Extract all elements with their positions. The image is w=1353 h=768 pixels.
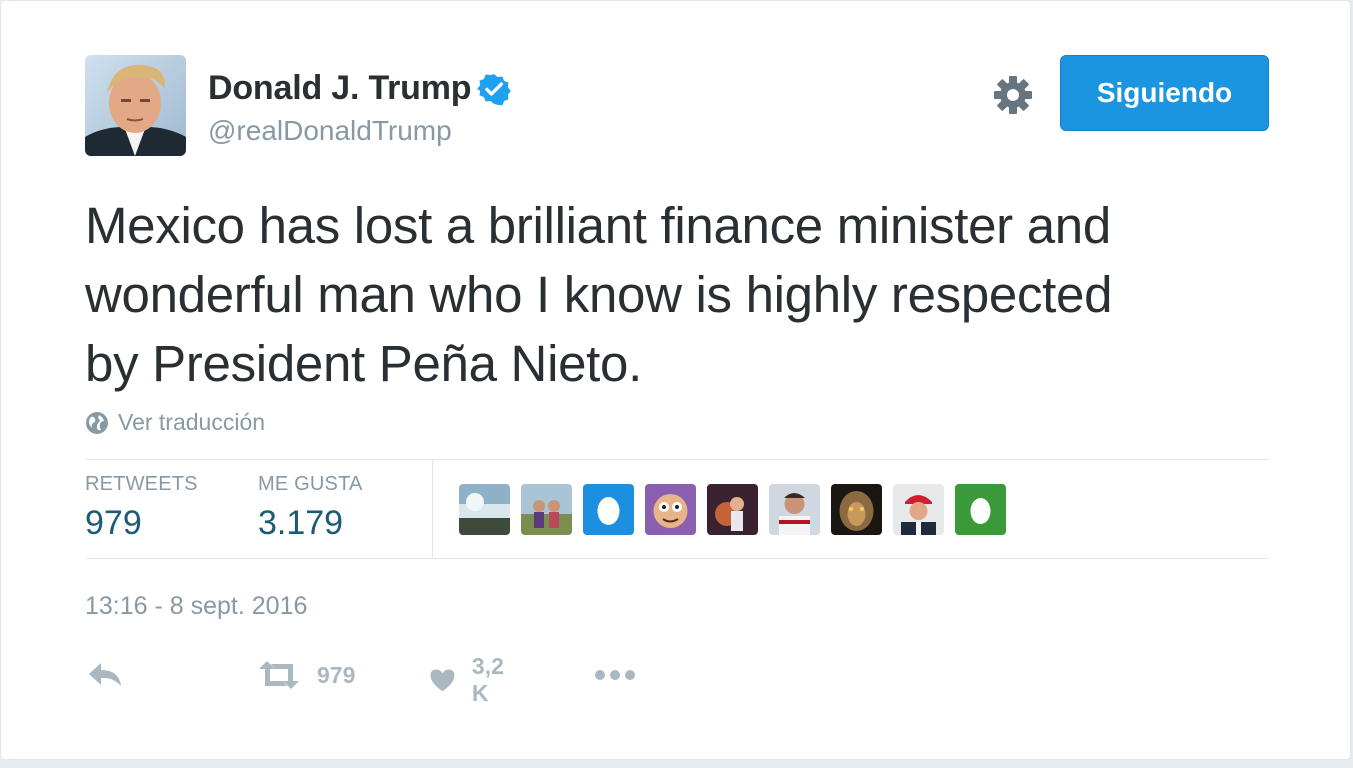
verified-badge-icon [477,73,512,105]
retweets-stat[interactable]: RETWEETS 979 [85,473,198,543]
stats-divider-bottom [85,558,1269,559]
more-icon [595,670,635,680]
liker-avatar[interactable] [521,484,572,535]
liker-avatar[interactable] [645,484,696,535]
reply-button[interactable] [87,653,125,697]
liker-avatar[interactable] [459,484,510,535]
translate-link[interactable]: Ver traducción [85,409,265,436]
following-button[interactable]: Siguiendo [1060,55,1269,131]
likes-stat[interactable]: ME GUSTA 3.179 [258,473,363,543]
retweets-value: 979 [85,504,142,542]
tweet-timestamp[interactable]: 13:16 - 8 sept. 2016 [85,592,307,621]
stats-divider-vertical [432,460,433,558]
likes-label: ME GUSTA [258,473,363,495]
translate-label: Ver traducción [118,409,266,435]
liker-avatar[interactable] [769,484,820,535]
user-name[interactable]: Donald J. Trump [208,69,472,108]
liker-avatar[interactable] [707,484,758,535]
like-count: 3,2 K [471,653,504,706]
gear-icon[interactable] [991,73,1035,117]
liker-avatar[interactable] [831,484,882,535]
retweet-count: 979 [317,661,356,688]
tweet-card: Donald J. Trump @realDonaldTrump Siguien… [0,0,1351,760]
liker-egg-avatar[interactable] [583,484,634,535]
liker-avatars [459,484,1006,535]
heart-icon [430,669,455,692]
globe-icon [86,411,108,434]
user-name-row: Donald J. Trump [208,69,512,108]
reply-icon [89,663,121,686]
retweet-button[interactable]: 979 [257,653,355,697]
likes-value: 3.179 [258,504,344,542]
like-button[interactable]: 3,2 K [429,653,513,707]
retweets-label: RETWEETS [85,473,198,495]
tweet-text: Mexico has lost a brilliant finance mini… [85,197,1113,392]
liker-avatar[interactable] [893,484,944,535]
stats-divider-top [85,459,1269,460]
more-button[interactable] [593,653,637,697]
user-handle[interactable]: @realDonaldTrump [208,115,452,147]
liker-egg-avatar[interactable] [955,484,1006,535]
user-avatar[interactable] [85,55,186,156]
retweet-icon [259,661,299,689]
